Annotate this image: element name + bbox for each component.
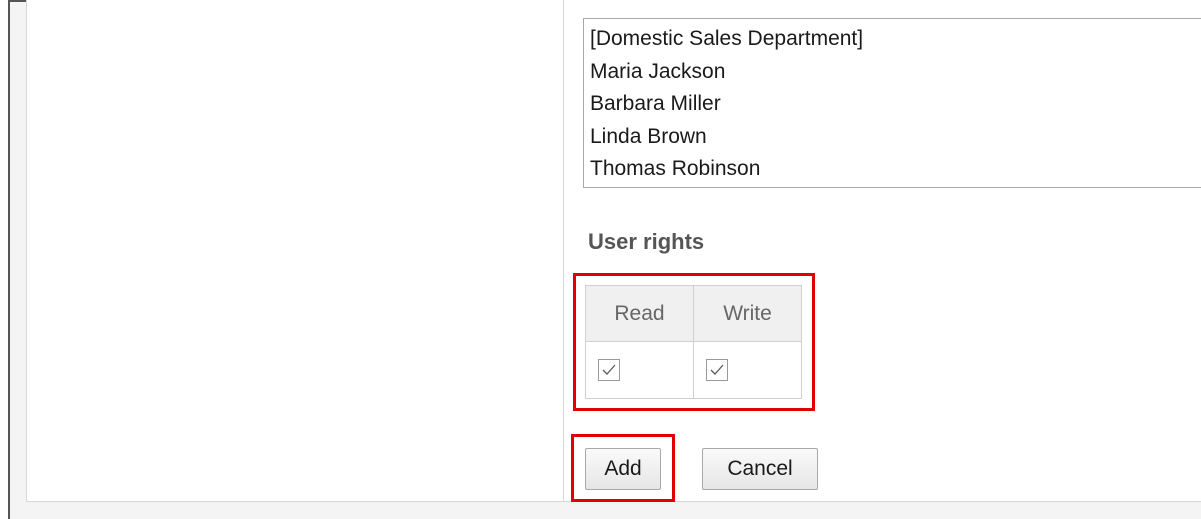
list-item[interactable]: Thomas Robinson (590, 153, 1201, 186)
user-rights-highlight (573, 273, 815, 411)
cancel-button[interactable]: Cancel (702, 448, 818, 490)
column-divider (563, 0, 564, 502)
member-listbox[interactable]: [Domestic Sales Department] Maria Jackso… (583, 18, 1201, 188)
list-item[interactable]: Barbara Miller (590, 88, 1201, 121)
list-item[interactable]: Linda Brown (590, 121, 1201, 154)
list-item[interactable]: [Domestic Sales Department] (590, 23, 1201, 56)
list-item[interactable]: Maria Jackson (590, 56, 1201, 89)
add-button-highlight (571, 434, 675, 502)
user-rights-heading: User rights (588, 229, 705, 254)
